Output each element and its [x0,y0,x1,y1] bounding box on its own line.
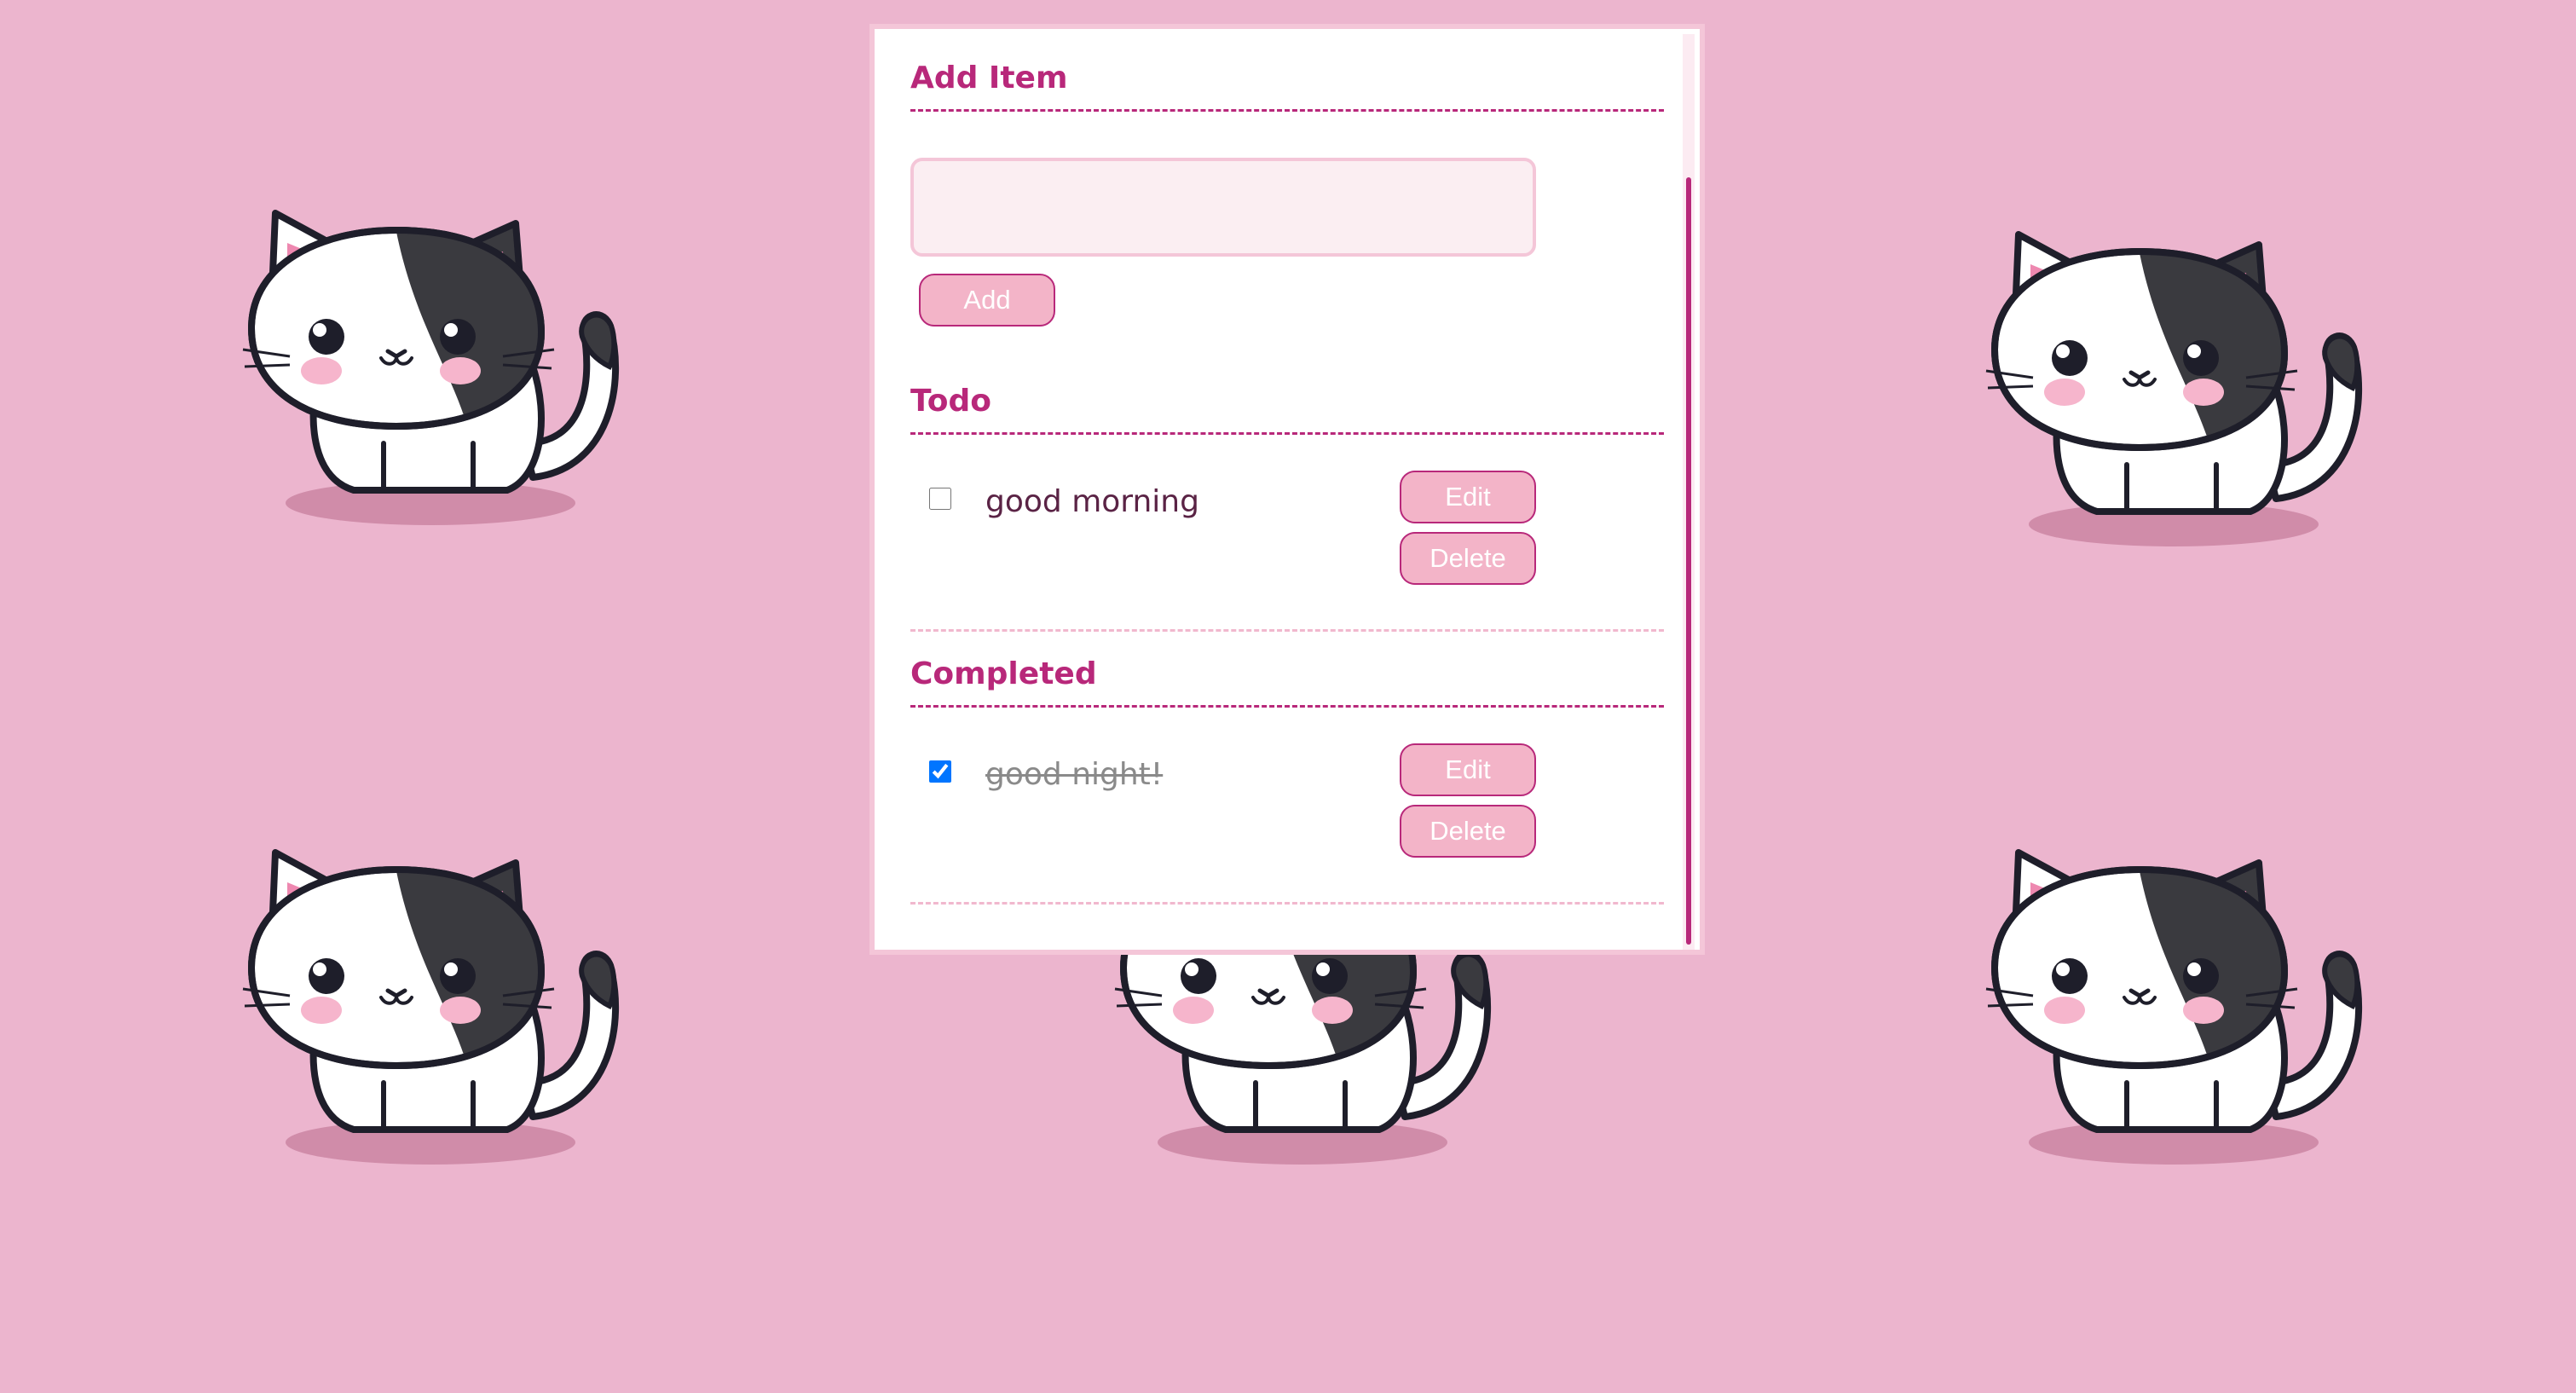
completed-item-checkbox[interactable] [929,760,951,783]
add-button[interactable]: Add [919,274,1055,327]
todo-title: Todo [910,383,1664,435]
completed-item-label: good night! [985,757,1164,792]
todo-item-checkbox[interactable] [929,488,951,510]
todo-panel: Add Item Add Todo good morning Edit Dele… [869,24,1705,955]
scrollbar-thumb[interactable] [1686,177,1691,945]
kitten-illustration-2 [1961,183,2387,558]
delete-button[interactable]: Delete [1400,532,1536,585]
delete-button[interactable]: Delete [1400,805,1536,858]
add-item-title: Add Item [910,60,1664,112]
app-page: Add Item Add Todo good morning Edit Dele… [0,0,2576,1393]
todo-item: good morning Edit Delete [910,435,1664,632]
new-item-input[interactable] [910,158,1536,257]
panel-content: Add Item Add Todo good morning Edit Dele… [910,60,1664,905]
todo-item-label: good morning [985,484,1199,519]
edit-button[interactable]: Edit [1400,743,1536,796]
edit-button[interactable]: Edit [1400,471,1536,523]
scrollbar[interactable] [1683,34,1695,950]
kitten-illustration-3 [217,801,644,1176]
kitten-illustration-1 [217,162,644,537]
kitten-illustration-5 [1961,801,2387,1176]
completed-title: Completed [910,656,1664,708]
completed-item: good night! Edit Delete [910,708,1664,905]
